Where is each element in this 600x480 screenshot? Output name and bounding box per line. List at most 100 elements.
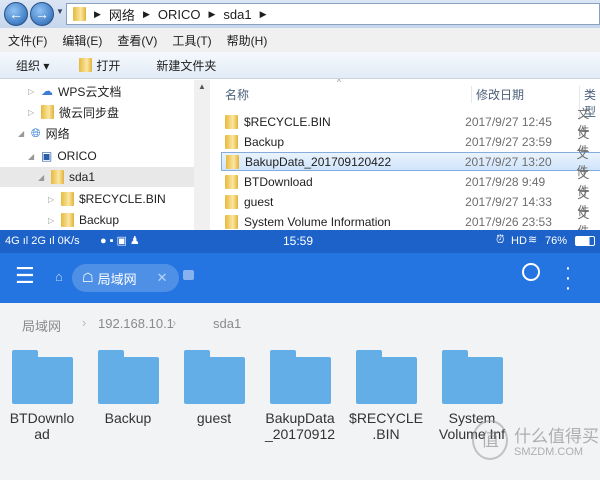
network-icon: 🌐︎ — [31, 125, 41, 140]
folder-tile[interactable]: guest — [174, 350, 254, 426]
file-name: BTDownload — [244, 174, 313, 189]
open-button[interactable]: 打开 — [96, 57, 120, 74]
status-bar: 4G ıl 2G ıl 0K/s ●▪▣♟ 15:59 ⏰︎ HD ≋ 76% — [0, 230, 600, 253]
tree-item-sda1[interactable]: ◢ sda1 — [0, 167, 194, 187]
home-icon[interactable]: ⌂ — [55, 269, 63, 284]
scroll-up-icon[interactable]: ▲ — [198, 82, 206, 91]
file-name-cell: BTDownload — [221, 174, 465, 189]
menu-tools[interactable]: 工具(T) — [172, 32, 211, 49]
breadcrumb-item[interactable]: 网络 — [109, 5, 135, 24]
file-date: 2017/9/28 9:49 — [465, 174, 546, 189]
notification-icons: ●▪▣♟ — [100, 235, 143, 247]
folder-tile[interactable]: $RECYCLE .BIN — [346, 350, 426, 442]
folder-icon — [225, 134, 238, 149]
cloud-icon: ☁ — [41, 84, 53, 98]
path-breadcrumb: 局域网 › 192.168.10.1 › sda1 — [0, 303, 600, 341]
breadcrumb-item[interactable]: ORICO — [158, 7, 201, 22]
chevron-right-icon: ▶ — [208, 8, 216, 19]
menu-icon[interactable]: ☰ — [15, 265, 35, 287]
signal-status: 4G ıl 2G ıl 0K/s — [5, 235, 80, 247]
tree-label: sda1 — [69, 170, 96, 184]
folder-label: guest — [196, 410, 232, 426]
file-date: 2017/9/27 12:45 — [465, 114, 552, 129]
folder-icon — [226, 154, 239, 169]
tree-item-network[interactable]: ◢ 🌐︎ 网络 — [18, 123, 70, 143]
crumb-lan[interactable]: 局域网 — [22, 316, 61, 335]
file-name-cell: Backup — [221, 134, 465, 149]
tree-label: 微云同步盘 — [59, 105, 120, 120]
folder-label: Backup — [104, 410, 152, 426]
crumb-sda1[interactable]: sda1 — [213, 316, 241, 331]
tab-label: 局域网 — [97, 271, 137, 287]
file-row[interactable]: BTDownload 2017/9/28 9:49 文件 — [221, 167, 600, 198]
folder-icon — [225, 194, 238, 209]
chevron-right-icon[interactable]: ▶ — [260, 9, 267, 20]
tree-label: Backup — [79, 213, 120, 227]
forward-button[interactable]: → — [30, 2, 54, 26]
tree-item-weiyun[interactable]: ▷ 微云同步盘 — [28, 102, 119, 122]
file-name-cell: System Volume Information — [221, 214, 465, 229]
computer-icon: ▣ — [41, 149, 53, 163]
folder-icon — [61, 213, 74, 227]
tree-item-orico[interactable]: ◢ ▣ ORICO — [28, 146, 97, 166]
folder-icon — [441, 350, 503, 404]
breadcrumb-item[interactable]: sda1 — [223, 7, 251, 22]
address-bar-area: ← → ▼ ▶ 网络 ▶ ORICO ▶ sda1 ▶ — [0, 0, 600, 28]
folder-tile[interactable]: BakupData _20170912 — [260, 350, 340, 442]
file-row[interactable]: guest 2017/9/27 14:33 文件 — [221, 187, 600, 218]
sort-arrow-icon: ^ — [337, 78, 341, 87]
organize-button[interactable]: 组织 ▾ — [16, 57, 49, 74]
file-row[interactable]: $RECYCLE.BIN 2017/9/27 12:45 文件 — [221, 107, 600, 138]
file-row[interactable]: BakupData_201709120422 2017/9/27 13:20 文件 — [221, 147, 600, 178]
folder-label: $RECYCLE .BIN — [349, 410, 423, 442]
folder-tile[interactable]: Backup — [88, 350, 168, 426]
chevron-right-icon: › — [82, 315, 87, 330]
close-icon[interactable]: ✕ — [157, 270, 168, 286]
file-name-cell: guest — [221, 194, 465, 209]
file-date: 2017/9/27 23:59 — [465, 134, 552, 149]
crumb-ip[interactable]: 192.168.10.1 — [98, 316, 174, 331]
file-name: System Volume Information — [244, 214, 391, 229]
menu-help[interactable]: 帮助(H) — [227, 32, 268, 49]
folder-icon — [225, 114, 238, 129]
tree-item-recycle[interactable]: ▷ $RECYCLE.BIN — [48, 189, 166, 209]
menu-file[interactable]: 文件(F) — [8, 32, 47, 49]
file-date: 2017/9/27 14:33 — [465, 194, 552, 209]
folder-icon — [269, 350, 331, 404]
file-date: 2017/9/27 13:20 — [464, 154, 552, 169]
search-icon[interactable] — [522, 263, 540, 281]
chevron-right-icon: ▶ — [94, 8, 101, 19]
tab-lan[interactable]: ☖ 局域网 ✕ — [72, 264, 179, 292]
tree-label: 网络 — [45, 126, 70, 141]
history-dropdown-icon[interactable]: ▼ — [56, 7, 64, 16]
file-name-cell: BakupData_201709120422 — [222, 154, 465, 169]
tree-item-backup[interactable]: ▷ Backup — [48, 210, 119, 230]
clock: 15:59 — [283, 234, 314, 248]
file-name-cell: $RECYCLE.BIN — [221, 114, 465, 129]
tree-item-wps[interactable]: ▷ ☁ WPS云文档 — [28, 81, 121, 101]
app-bar: ☰ ⌂ ☖ 局域网 ✕ · · · — [0, 253, 600, 303]
nav-scrollbar[interactable]: ▲ — [194, 80, 210, 230]
address-input[interactable]: ▶ 网络 ▶ ORICO ▶ sda1 ▶ — [66, 3, 600, 25]
menu-edit[interactable]: 编辑(E) — [62, 32, 102, 49]
column-modified[interactable]: 修改日期 — [471, 86, 524, 103]
file-date: 2017/9/26 23:53 — [465, 214, 552, 229]
more-icon[interactable]: · · · — [564, 258, 572, 298]
folder-tile[interactable]: BTDownlo ad — [2, 350, 82, 442]
new-tab-icon[interactable] — [183, 270, 194, 280]
chevron-right-icon: › — [172, 315, 177, 330]
folder-icon — [225, 174, 238, 189]
file-name: guest — [244, 194, 274, 209]
menu-view[interactable]: 查看(V) — [117, 32, 157, 49]
file-row[interactable]: Backup 2017/9/27 23:59 文件 — [221, 127, 600, 158]
new-folder-button[interactable]: 新建文件夹 — [156, 57, 216, 74]
tree-label: WPS云文档 — [58, 84, 122, 99]
folder-icon — [11, 350, 73, 404]
router-icon: ☖ — [82, 270, 94, 285]
file-row[interactable]: System Volume Information 2017/9/26 23:53… — [221, 207, 600, 238]
battery-percent: 76% — [545, 235, 568, 247]
menu-bar: 文件(F) 编辑(E) 查看(V) 工具(T) 帮助(H) — [0, 28, 600, 52]
column-name[interactable]: 名称 — [225, 86, 249, 103]
folder-label: BakupData _20170912 — [264, 410, 336, 442]
back-button[interactable]: ← — [4, 2, 28, 26]
